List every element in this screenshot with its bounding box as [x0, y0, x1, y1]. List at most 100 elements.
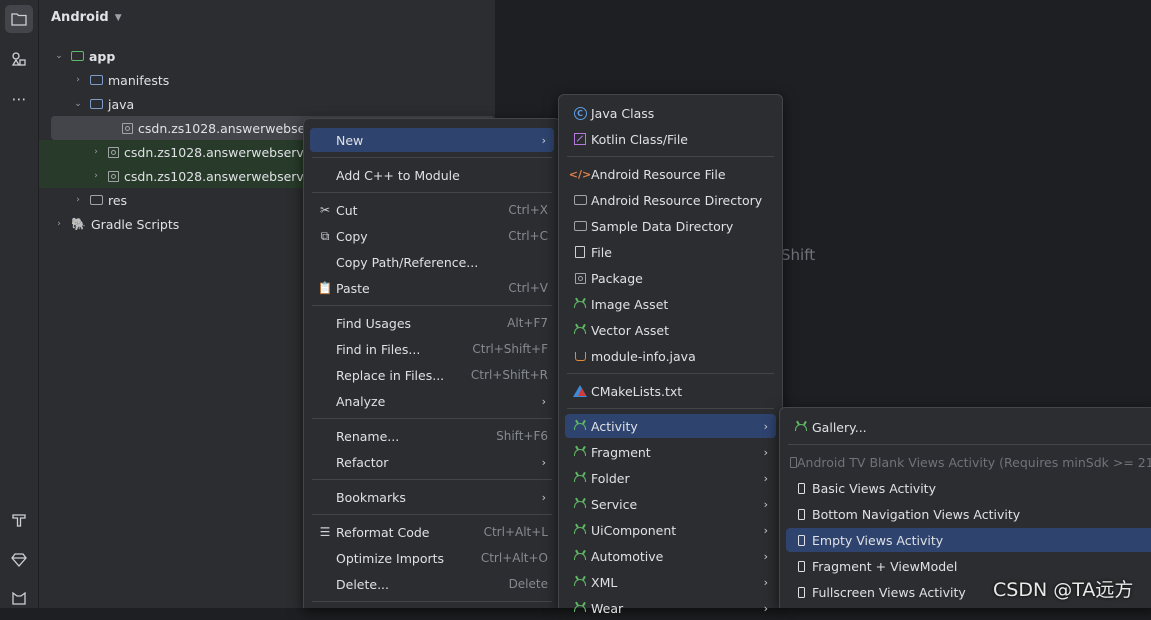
- package-icon: [108, 146, 119, 158]
- android-icon: [574, 578, 586, 586]
- menu-label: Basic Views Activity: [812, 480, 936, 496]
- menu-item-rename[interactable]: Rename... Shift+F6: [310, 424, 554, 448]
- resource-manager-icon[interactable]: [5, 45, 33, 73]
- menu-item-module-info[interactable]: module-info.java: [565, 344, 776, 368]
- menu-item-package[interactable]: Package: [565, 266, 776, 290]
- menu-item-file[interactable]: File: [565, 240, 776, 264]
- chevron-down-icon: ⌄: [74, 99, 82, 109]
- chevron-down-icon: ▼: [114, 12, 122, 23]
- tree-item-manifests[interactable]: › manifests: [39, 68, 495, 92]
- android-icon: [574, 552, 586, 560]
- menu-item-sample-data-directory[interactable]: Sample Data Directory: [565, 214, 776, 238]
- menu-item-bookmarks[interactable]: Bookmarks ›: [310, 485, 554, 509]
- phone-icon: [790, 456, 797, 468]
- build-hammer-icon[interactable]: [5, 506, 33, 534]
- chevron-right-icon: ›: [76, 75, 80, 85]
- more-icon[interactable]: ⋯: [5, 85, 33, 113]
- menu-item-find-usages[interactable]: Find Usages Alt+F7: [310, 311, 554, 335]
- menu-item-replace-in-files[interactable]: Replace in Files... Ctrl+Shift+R: [310, 363, 554, 387]
- android-icon: [574, 604, 586, 612]
- menu-item-folder[interactable]: Folder ›: [565, 466, 776, 490]
- menu-label: Java Class: [591, 105, 655, 121]
- menu-item-gallery[interactable]: Gallery...: [786, 415, 1151, 439]
- menu-label: Image Asset: [591, 296, 669, 312]
- menu-label: Delete...: [336, 576, 389, 592]
- menu-item-xml[interactable]: XML ›: [565, 570, 776, 594]
- menu-item-wear[interactable]: Wear ›: [565, 596, 776, 620]
- menu-item-optimize-imports[interactable]: Optimize Imports Ctrl+Alt+O: [310, 546, 554, 570]
- menu-label: Bottom Navigation Views Activity: [812, 506, 1021, 522]
- menu-label: Add C++ to Module: [336, 167, 460, 183]
- tree-label: res: [108, 192, 128, 208]
- menu-item-vector-asset[interactable]: Vector Asset: [565, 318, 776, 342]
- menu-label: Service: [591, 496, 638, 512]
- gem-icon[interactable]: [5, 546, 33, 574]
- menu-item-paste[interactable]: 📋 Paste Ctrl+V: [310, 276, 554, 300]
- watermark: CSDN @TA远方: [993, 579, 1134, 601]
- folder-icon: [573, 195, 587, 205]
- phone-icon: [797, 534, 805, 546]
- menu-item-empty-views[interactable]: Empty Views Activity: [786, 528, 1151, 552]
- menu-item-fragment[interactable]: Fragment ›: [565, 440, 776, 464]
- phone-icon: [797, 560, 805, 572]
- menu-item-android-tv-blank[interactable]: Android TV Blank Views Activity (Require…: [786, 450, 1151, 474]
- resource-folder-icon: [90, 195, 103, 205]
- menu-label: Find Usages: [336, 315, 412, 331]
- menu-label: Paste: [336, 280, 370, 296]
- menu-item-add-cpp[interactable]: Add C++ to Module: [310, 163, 554, 187]
- menu-label: File: [591, 244, 612, 260]
- menu-label: Replace in Files...: [336, 367, 445, 383]
- menu-label: Automotive: [591, 548, 664, 564]
- tree-label: manifests: [108, 72, 170, 88]
- menu-item-android-resource-directory[interactable]: Android Resource Directory: [565, 188, 776, 212]
- menu-label: Find in Files...: [336, 341, 421, 357]
- menu-item-image-asset[interactable]: Image Asset: [565, 292, 776, 316]
- android-icon: [574, 474, 586, 482]
- menu-label: Refactor: [336, 454, 389, 470]
- menu-label: Activity: [591, 418, 638, 434]
- menu-item-delete[interactable]: Delete... Delete: [310, 572, 554, 596]
- folder-icon: [90, 99, 103, 109]
- chevron-right-icon: ›: [541, 394, 546, 408]
- chevron-right-icon: ›: [763, 523, 768, 537]
- java-cup-icon: [574, 351, 586, 361]
- menu-item-uicomponent[interactable]: UiComponent ›: [565, 518, 776, 542]
- menu-item-new[interactable]: New ›: [310, 128, 554, 152]
- menu-item-cmakelists[interactable]: CMakeLists.txt: [565, 379, 776, 403]
- tree-label: csdn.zs1028.answerwebserver: [138, 120, 331, 136]
- menu-item-refactor[interactable]: Refactor ›: [310, 450, 554, 474]
- menu-item-bottom-navigation[interactable]: Bottom Navigation Views Activity: [786, 502, 1151, 526]
- menu-label: Package: [591, 270, 643, 286]
- menu-item-automotive[interactable]: Automotive ›: [565, 544, 776, 568]
- tree-item-java[interactable]: ⌄ java: [39, 92, 495, 116]
- kotlin-icon: [574, 133, 586, 145]
- tool-window-strip: ⋯: [0, 0, 39, 608]
- editor-hint-text: Shift: [781, 246, 816, 264]
- menu-shortcut: Ctrl+Alt+L: [483, 525, 548, 539]
- menu-item-copy[interactable]: ⧉ Copy Ctrl+C: [310, 224, 554, 248]
- menu-item-copy-path[interactable]: Copy Path/Reference...: [310, 250, 554, 274]
- menu-item-reformat-code[interactable]: ☰ Reformat Code Ctrl+Alt+L: [310, 520, 554, 544]
- menu-label: CMakeLists.txt: [591, 383, 683, 399]
- project-view-selector[interactable]: Android ▼: [51, 10, 122, 25]
- menu-item-cut[interactable]: ✂ Cut Ctrl+X: [310, 198, 554, 222]
- menu-item-find-in-files[interactable]: Find in Files... Ctrl+Shift+F: [310, 337, 554, 361]
- menu-label: Copy: [336, 228, 368, 244]
- android-icon: [574, 500, 586, 508]
- menu-item-kotlin-class[interactable]: Kotlin Class/File: [565, 127, 776, 151]
- menu-label: Gallery...: [812, 419, 867, 435]
- menu-item-activity[interactable]: Activity ›: [565, 414, 776, 438]
- project-folder-icon[interactable]: [5, 5, 33, 33]
- chevron-right-icon: ›: [763, 497, 768, 511]
- menu-item-analyze[interactable]: Analyze ›: [310, 389, 554, 413]
- android-icon: [574, 300, 586, 308]
- tree-item-app[interactable]: ⌄ app: [39, 44, 495, 68]
- menu-item-java-class[interactable]: C Java Class: [565, 101, 776, 125]
- chevron-right-icon: ›: [541, 133, 546, 147]
- cmake-icon: [573, 385, 587, 397]
- menu-item-service[interactable]: Service ›: [565, 492, 776, 516]
- chevron-right-icon: ›: [763, 575, 768, 589]
- menu-item-basic-views[interactable]: Basic Views Activity: [786, 476, 1151, 500]
- chevron-right-icon: ›: [763, 445, 768, 459]
- menu-item-android-resource-file[interactable]: </> Android Resource File: [565, 162, 776, 186]
